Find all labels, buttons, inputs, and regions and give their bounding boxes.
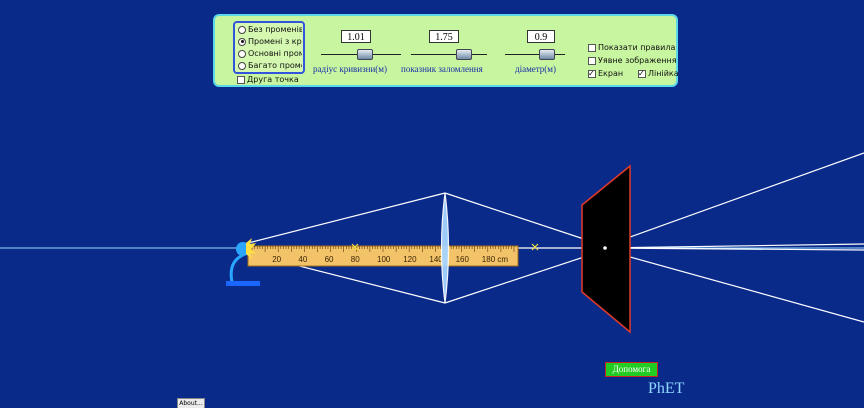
phet-logo: PhET [648, 380, 685, 397]
refraction-slider-thumb[interactable] [456, 49, 473, 60]
ruler-tick-label: 40 [298, 255, 307, 264]
curvature-label: радіус кривизни(м) [313, 64, 387, 74]
about-button[interactable]: About... [177, 398, 205, 408]
help-button[interactable]: Допомога [605, 362, 658, 377]
ray-mode-group: Без променів Промені з крайніх Основні п… [233, 21, 305, 74]
checkbox-icon[interactable] [588, 44, 596, 52]
ruler-tick-label: 60 [325, 255, 334, 264]
second-point-checkbox[interactable]: Друга точка [237, 75, 299, 85]
ruler-tick-label: 180 cm [482, 255, 509, 264]
ray-top-in [247, 192, 446, 244]
ray-mode-principal[interactable]: Основні промені [238, 48, 302, 59]
ray-mode-many[interactable]: Багато променів [238, 60, 302, 71]
radio-icon[interactable] [238, 25, 246, 34]
ray-top-out [444, 192, 606, 247]
ruler-checkbox[interactable]: Лінійка [638, 69, 679, 79]
refraction-label: показник заломлення [401, 64, 483, 74]
diameter-label: діаметр(м) [515, 64, 556, 74]
ray-mode-none[interactable]: Без променів [238, 24, 302, 35]
checkmark-icon[interactable] [638, 70, 646, 78]
converging-lens[interactable] [440, 192, 450, 304]
ruler-tick-label: 80 [351, 255, 360, 264]
radio-icon[interactable] [238, 37, 246, 46]
optics-simulation: 20 40 60 80 100 120 140 160 180 cm Без променів [0, 0, 864, 408]
ray-mode-marginal[interactable]: Промені з крайніх [238, 36, 302, 47]
refraction-value-field[interactable]: 1.75 [429, 30, 459, 43]
ruler[interactable]: 20 40 60 80 100 120 140 160 180 cm [247, 245, 519, 267]
source-stand [229, 253, 244, 283]
checkmark-icon[interactable] [588, 70, 596, 78]
curvature-slider-thumb[interactable] [357, 49, 373, 60]
radio-icon[interactable] [238, 49, 246, 58]
checkbox-icon[interactable] [237, 76, 245, 84]
virtual-image-checkbox[interactable]: Уявне зображення [588, 56, 677, 66]
diameter-value-field[interactable]: 0.9 [527, 30, 555, 43]
refracted-rays [444, 152, 864, 323]
refraction-slider-track[interactable] [411, 54, 487, 55]
radio-icon[interactable] [238, 61, 246, 70]
ruler-tick-label: 100 [377, 255, 391, 264]
diameter-slider-thumb[interactable] [539, 49, 555, 60]
ruler-tick-label: 120 [403, 255, 417, 264]
show-rules-checkbox[interactable]: Показати правила [588, 43, 675, 53]
ray-diverge-3 [604, 243, 864, 249]
curvature-value-field[interactable]: 1.01 [341, 30, 371, 43]
source-base [226, 281, 260, 286]
ray-diverge-2 [604, 249, 864, 323]
checkbox-icon[interactable] [588, 57, 596, 65]
diameter-slider-track[interactable] [505, 54, 565, 55]
ruler-tick-label: 20 [272, 255, 281, 264]
ray-diverge-1 [604, 152, 864, 247]
control-panel: Без променів Промені з крайніх Основні п… [213, 14, 679, 87]
ruler-tick-label: 160 [456, 255, 470, 264]
screen-checkbox[interactable]: Екран [588, 69, 623, 79]
image-point [603, 246, 607, 250]
